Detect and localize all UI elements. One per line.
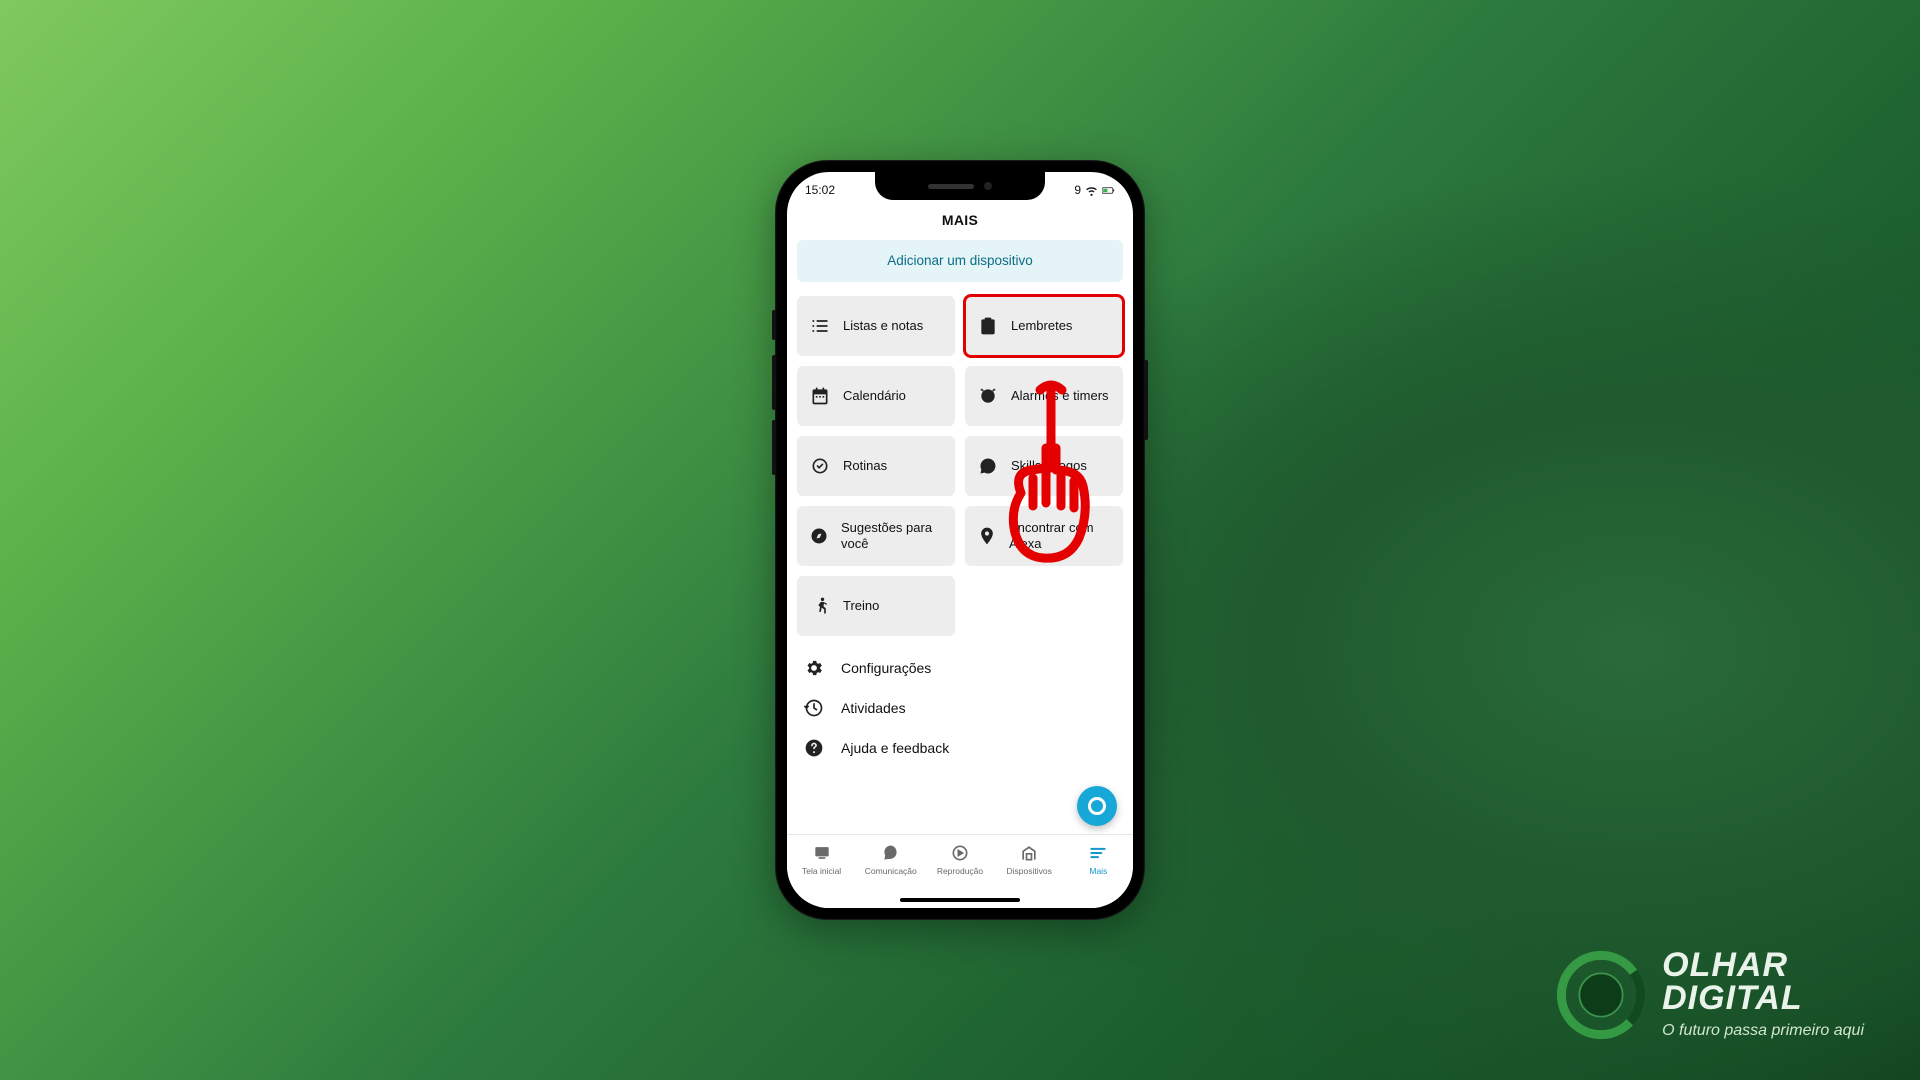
- olhar-digital-watermark: OLHAR DIGITAL O futuro passa primeiro aq…: [1556, 949, 1864, 1040]
- battery-icon: [1102, 184, 1115, 197]
- row-configuracoes[interactable]: Configurações: [803, 658, 1117, 678]
- gear-icon: [803, 658, 825, 678]
- tile-alarmes[interactable]: Alarmes e timers: [965, 366, 1123, 426]
- status-time: 15:02: [805, 183, 835, 197]
- tile-label: Rotinas: [843, 458, 887, 474]
- tile-label: Sugestões para você: [841, 520, 943, 553]
- nav-label: Comunicação: [865, 866, 917, 876]
- devices-icon: [1019, 843, 1039, 863]
- routine-icon: [809, 456, 831, 476]
- watermark-line1: OLHAR: [1662, 949, 1864, 981]
- nav-label: Tela inicial: [802, 866, 841, 876]
- alarm-icon: [977, 386, 999, 406]
- location-icon: [977, 526, 997, 546]
- nav-mais[interactable]: Mais: [1067, 843, 1129, 876]
- tile-label: Lembretes: [1011, 318, 1072, 334]
- row-label: Atividades: [841, 700, 906, 716]
- tile-calendario[interactable]: Calendário: [797, 366, 955, 426]
- tile-listas-notas[interactable]: Listas e notas: [797, 296, 955, 356]
- status-icons: 9: [1074, 183, 1115, 197]
- row-ajuda[interactable]: Ajuda e feedback: [803, 738, 1117, 758]
- page-title: MAIS: [787, 212, 1133, 228]
- status-signal-num: 9: [1074, 183, 1081, 197]
- tile-rotinas[interactable]: Rotinas: [797, 436, 955, 496]
- tile-label: Treino: [843, 598, 879, 614]
- nav-label: Mais: [1089, 866, 1107, 876]
- tile-sugestoes[interactable]: Sugestões para você: [797, 506, 955, 566]
- tile-grid: Listas e notas Lembretes Calendário: [797, 296, 1123, 636]
- wifi-icon: [1085, 184, 1098, 197]
- run-icon: [809, 596, 831, 616]
- row-label: Configurações: [841, 660, 931, 676]
- olhar-digital-logo-icon: [1556, 950, 1646, 1040]
- history-icon: [803, 698, 825, 718]
- nav-communication[interactable]: Comunicação: [860, 843, 922, 876]
- tile-encontrar[interactable]: Encontrar com Alexa: [965, 506, 1123, 566]
- phone-screen: 15:02 9 MAIS Adicionar um dispositivo Li…: [787, 172, 1133, 908]
- settings-list: Configurações Atividades Ajuda e feedbac…: [797, 654, 1123, 762]
- row-label: Ajuda e feedback: [841, 740, 949, 756]
- nav-home[interactable]: Tela inicial: [791, 843, 853, 876]
- tile-label: Calendário: [843, 388, 906, 404]
- calendar-icon: [809, 386, 831, 406]
- help-icon: [803, 738, 825, 758]
- list-icon: [809, 316, 831, 336]
- alexa-ring-icon: [1088, 797, 1106, 815]
- tile-label: Alarmes e timers: [1011, 388, 1109, 404]
- home-indicator: [900, 898, 1020, 902]
- row-atividades[interactable]: Atividades: [803, 698, 1117, 718]
- alexa-fab-button[interactable]: [1077, 786, 1117, 826]
- phone-frame: 15:02 9 MAIS Adicionar um dispositivo Li…: [775, 160, 1145, 920]
- phone-notch: [875, 172, 1045, 200]
- play-icon: [950, 843, 970, 863]
- nav-label: Reprodução: [937, 866, 983, 876]
- tile-label: Skills e jogos: [1011, 458, 1087, 474]
- watermark-tagline: O futuro passa primeiro aqui: [1662, 1022, 1864, 1040]
- chat-icon: [977, 456, 999, 476]
- add-device-button[interactable]: Adicionar um dispositivo: [797, 240, 1123, 282]
- tile-skills[interactable]: Skills e jogos: [965, 436, 1123, 496]
- home-icon: [812, 843, 832, 863]
- tile-label: Encontrar com Alexa: [1009, 520, 1111, 553]
- clipboard-check-icon: [977, 316, 999, 336]
- nav-devices[interactable]: Dispositivos: [998, 843, 1060, 876]
- watermark-line2: DIGITAL: [1662, 982, 1864, 1014]
- nav-label: Dispositivos: [1006, 866, 1051, 876]
- tile-treino[interactable]: Treino: [797, 576, 955, 636]
- tile-lembretes[interactable]: Lembretes: [965, 296, 1123, 356]
- bottom-nav: Tela inicial Comunicação Reprodução Disp…: [787, 834, 1133, 908]
- tile-label: Listas e notas: [843, 318, 923, 334]
- chat-bubble-icon: [881, 843, 901, 863]
- nav-play[interactable]: Reprodução: [929, 843, 991, 876]
- compass-icon: [809, 526, 829, 546]
- add-device-label: Adicionar um dispositivo: [887, 253, 1033, 268]
- app-header: MAIS: [787, 202, 1133, 240]
- menu-icon: [1087, 843, 1109, 863]
